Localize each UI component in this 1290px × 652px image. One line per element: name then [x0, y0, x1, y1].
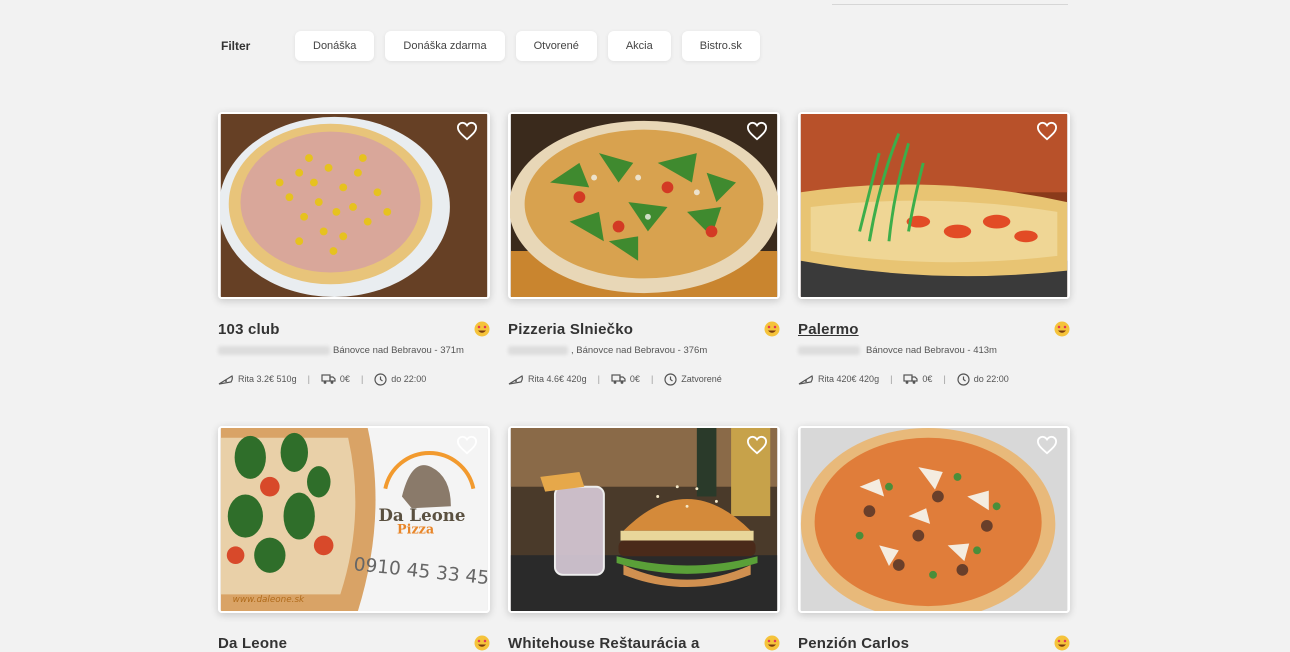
restaurant-card[interactable]: Penzión Carlos — [798, 426, 1070, 652]
clock-icon — [957, 372, 970, 386]
opening-hours: Zatvorené — [681, 374, 722, 384]
heart-eyes-emoji-icon — [474, 321, 490, 337]
dish-price: Rita 420€ — [818, 374, 857, 384]
restaurant-card[interactable]: Whitehouse Reštaurácia a — [508, 426, 780, 652]
delivery-fee: 0€ — [922, 374, 933, 384]
favorite-heart-icon[interactable] — [1036, 435, 1058, 455]
pizza-photo — [510, 114, 778, 297]
pizza-slice-icon — [508, 375, 523, 385]
pizza-photo — [800, 428, 1068, 611]
restaurant-address: , Bánovce nad Bebravou - 376m — [571, 344, 708, 356]
restaurant-card[interactable]: 103 club Bánovce nad Bebravou - 371m Rit… — [218, 112, 490, 387]
restaurant-name[interactable]: Penzión Carlos — [798, 635, 909, 652]
opening-hours: do 22:00 — [391, 374, 427, 384]
heart-eyes-emoji-icon — [764, 635, 780, 651]
top-divider — [832, 4, 1068, 5]
logo-url: www.daleone.sk — [233, 595, 305, 605]
dish-price: Rita 4.6€ — [528, 374, 565, 384]
favorite-heart-icon[interactable] — [456, 435, 478, 455]
dish-weight: 420g — [566, 374, 587, 384]
blurred-street — [798, 345, 860, 355]
pizza-logo-photo: Da Leone Pizza 0910 45 33 45 www.daleone… — [220, 428, 488, 611]
delivery-fee: 0€ — [339, 374, 350, 384]
blurred-street — [508, 345, 568, 355]
restaurant-address: Bánovce nad Bebravou - 413m — [866, 344, 997, 356]
dish-weight: 510g — [276, 374, 297, 384]
heart-eyes-emoji-icon — [474, 635, 490, 651]
burger-photo — [510, 428, 778, 611]
restaurant-card[interactable]: Palermo Bánovce nad Bebravou - 413m Rita… — [798, 112, 1070, 387]
delivery-fee: 0€ — [629, 374, 640, 384]
dish-price: Rita 3.2€ — [238, 374, 275, 384]
pizza-slice-icon — [218, 375, 233, 385]
restaurant-photo[interactable]: Da Leone Pizza 0910 45 33 45 www.daleone… — [218, 426, 490, 613]
pizza-photo — [220, 114, 488, 297]
pizza-slice-icon — [798, 375, 813, 385]
heart-eyes-emoji-icon — [764, 321, 780, 337]
heart-eyes-emoji-icon — [1054, 635, 1070, 651]
filter-chip-bistro[interactable]: Bistro.sk — [681, 31, 760, 61]
clock-icon — [664, 372, 677, 386]
clock-icon — [374, 372, 387, 386]
restaurant-name[interactable]: Pizzeria Slniečko — [508, 321, 633, 338]
restaurant-photo[interactable] — [508, 112, 780, 299]
restaurant-address: Bánovce nad Bebravou - 371m — [333, 344, 464, 356]
restaurant-card[interactable]: Da Leone Pizza 0910 45 33 45 www.daleone… — [218, 426, 490, 652]
filter-chip-otvorene[interactable]: Otvorené — [515, 31, 597, 61]
heart-eyes-emoji-icon — [1054, 321, 1070, 337]
filter-chip-akcia[interactable]: Akcia — [607, 31, 671, 61]
restaurant-photo[interactable] — [218, 112, 490, 299]
pizza-photo — [800, 114, 1068, 297]
favorite-heart-icon[interactable] — [746, 121, 768, 141]
dish-weight: 420g — [859, 374, 880, 384]
restaurant-name[interactable]: Palermo — [798, 321, 859, 338]
filter-bar: Filter Donáška Donáška zdarma Otvorené A… — [221, 31, 771, 61]
filter-label: Filter — [221, 39, 251, 53]
restaurant-name[interactable]: 103 club — [218, 321, 280, 338]
favorite-heart-icon[interactable] — [456, 121, 478, 141]
opening-hours: do 22:00 — [973, 374, 1009, 384]
restaurant-card[interactable]: Pizzeria Slniečko , Bánovce nad Bebravou… — [508, 112, 780, 387]
delivery-truck-icon — [903, 374, 919, 384]
favorite-heart-icon[interactable] — [746, 435, 768, 455]
restaurant-name[interactable]: Whitehouse Reštaurácia a — [508, 635, 700, 652]
restaurant-name[interactable]: Da Leone — [218, 635, 287, 652]
restaurant-photo[interactable] — [798, 112, 1070, 299]
delivery-truck-icon — [321, 374, 336, 384]
delivery-truck-icon — [611, 374, 626, 384]
restaurant-photo[interactable] — [798, 426, 1070, 613]
restaurant-photo[interactable] — [508, 426, 780, 613]
favorite-heart-icon[interactable] — [1036, 121, 1058, 141]
blurred-street — [218, 345, 330, 355]
filter-chip-donaska-zdarma[interactable]: Donáška zdarma — [385, 31, 505, 61]
logo-subtitle: Pizza — [397, 522, 434, 537]
filter-chip-donaska[interactable]: Donáška — [295, 31, 375, 61]
